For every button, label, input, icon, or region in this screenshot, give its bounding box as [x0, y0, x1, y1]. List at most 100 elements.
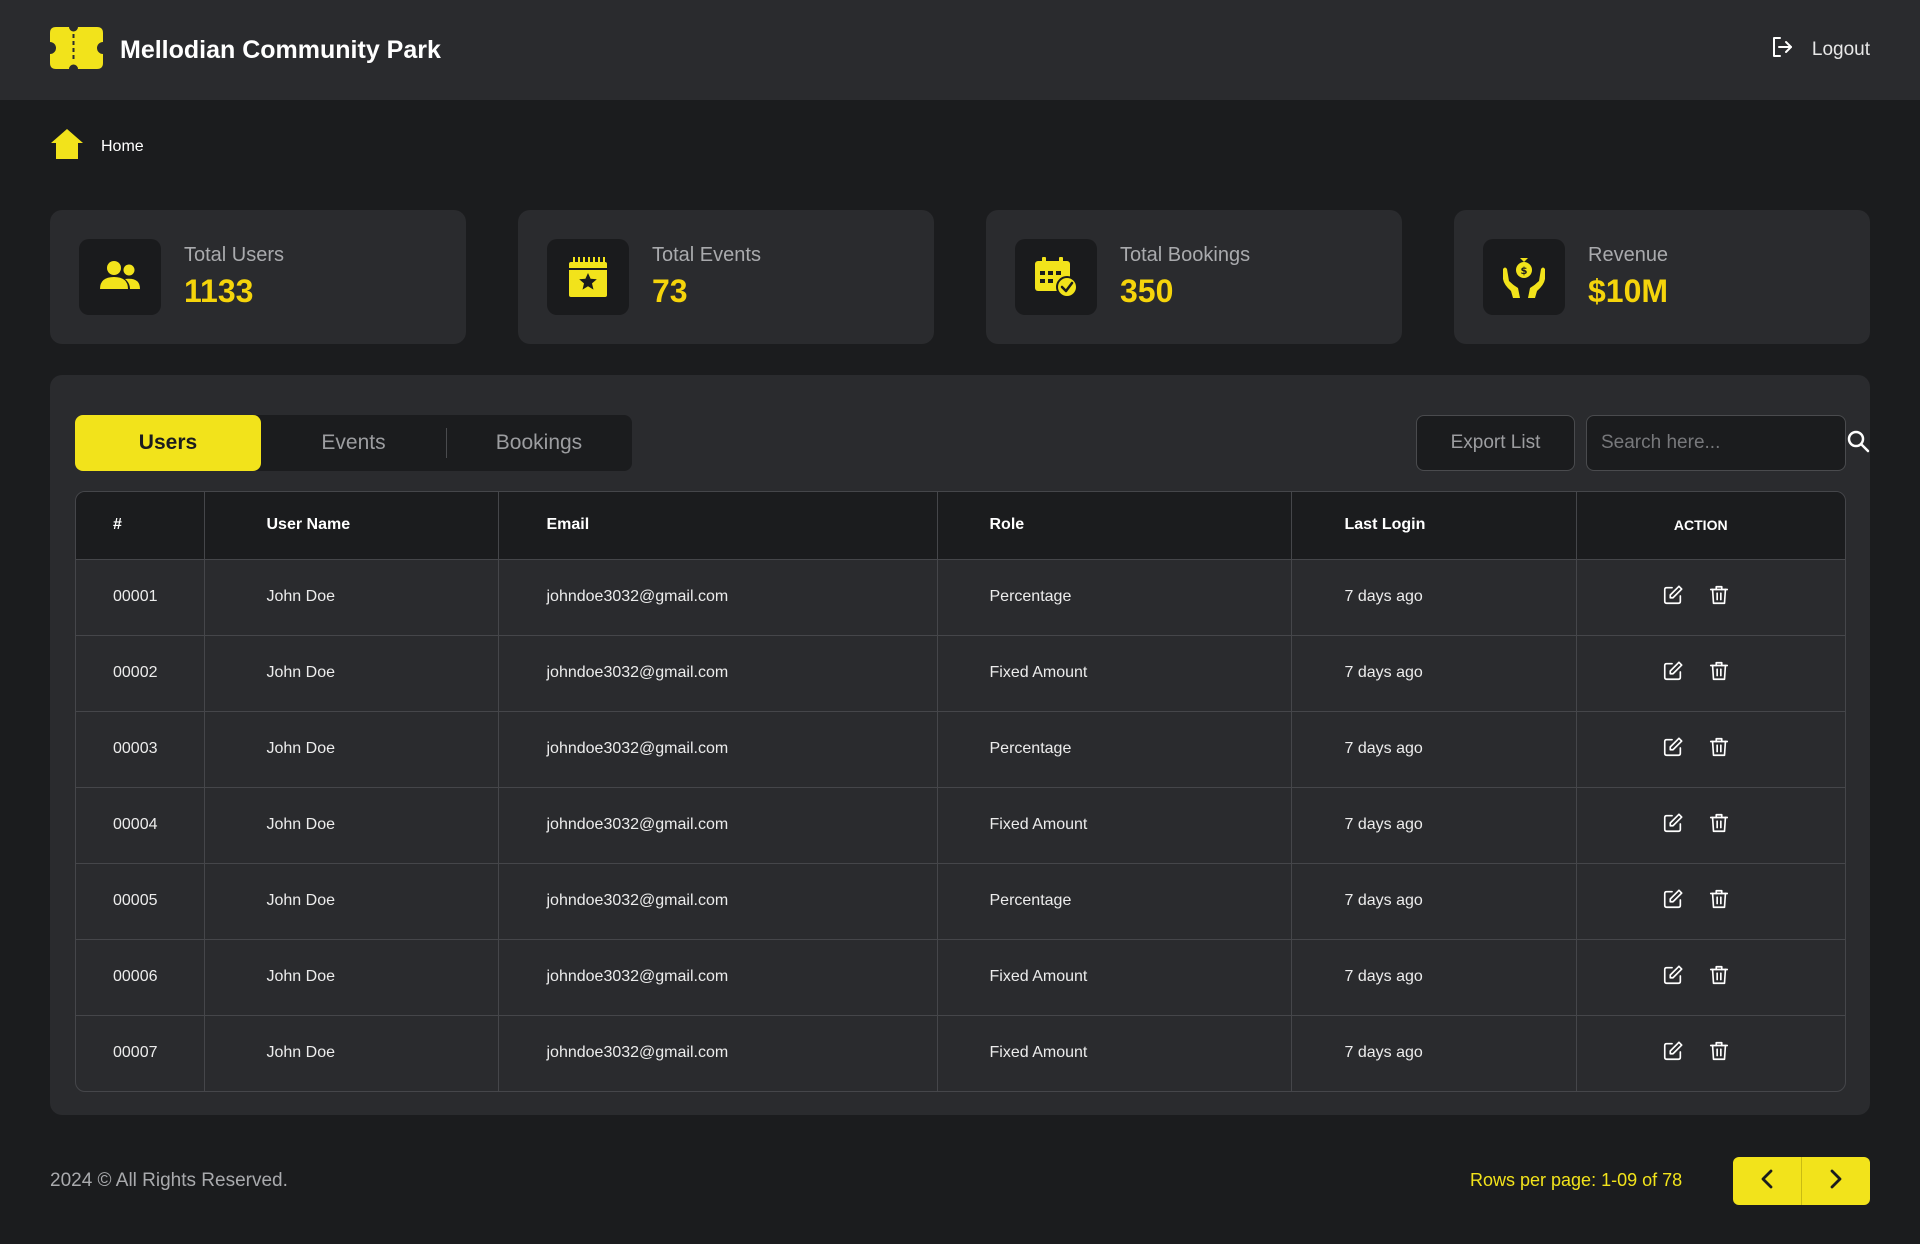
- cell-role: Percentage: [937, 558, 1292, 635]
- search-box: [1586, 415, 1870, 471]
- rows-per-page-info: Rows per page: 1-09 of 78: [1470, 1170, 1683, 1190]
- trash-icon[interactable]: [1708, 964, 1730, 991]
- trash-icon[interactable]: [1708, 1040, 1730, 1067]
- next-page-button[interactable]: [1802, 1157, 1870, 1205]
- header-role: Role: [937, 492, 1292, 559]
- trash-icon[interactable]: [1708, 584, 1730, 611]
- logout-icon: [1770, 35, 1794, 65]
- cell-last-login: 7 days ago: [1291, 1014, 1577, 1091]
- brand[interactable]: Mellodian Community Park: [50, 26, 441, 74]
- cell-id: 00007: [76, 1014, 205, 1091]
- chevron-left-icon: [1760, 1169, 1774, 1194]
- cell-id: 00001: [76, 558, 205, 635]
- top-bar: Mellodian Community Park Logout: [0, 0, 1920, 100]
- cell-id: 00005: [76, 862, 205, 939]
- tab-users[interactable]: Users: [75, 415, 261, 471]
- cell-user-name: John Doe: [204, 938, 499, 1015]
- home-icon[interactable]: [50, 127, 84, 166]
- svg-text:$: $: [1521, 266, 1528, 277]
- export-list-button[interactable]: Export List: [1416, 415, 1575, 471]
- breadcrumb: Home: [50, 127, 144, 166]
- edit-icon[interactable]: [1662, 812, 1684, 839]
- stat-card-events: Total Events 73: [518, 210, 934, 344]
- stat-card-users: Total Users 1133: [50, 210, 466, 344]
- stat-value: 1133: [184, 273, 254, 309]
- cell-id: 00003: [76, 710, 205, 787]
- cell-user-name: John Doe: [204, 1014, 499, 1091]
- logout-label: Logout: [1811, 39, 1870, 60]
- search-input[interactable]: [1601, 432, 1846, 454]
- cell-email: johndoe3032@gmail.com: [498, 938, 938, 1015]
- table-row: 00002 John Doe johndoe3032@gmail.com Fixed …: [76, 634, 1845, 711]
- table-row: 00003 John Doe johndoe3032@gmail.com Percen…: [76, 710, 1845, 787]
- stat-label: Total Users: [184, 244, 285, 266]
- cell-user-name: John Doe: [204, 786, 499, 863]
- tab-bookings[interactable]: Bookings: [447, 415, 631, 471]
- edit-icon[interactable]: [1662, 888, 1684, 915]
- app-title: Mellodian Community Park: [120, 35, 441, 64]
- tab-events[interactable]: Events: [261, 415, 446, 471]
- header-action: ACTION: [1576, 492, 1845, 559]
- cell-email: johndoe3032@gmail.com: [498, 1014, 938, 1091]
- trash-icon[interactable]: [1708, 660, 1730, 687]
- calendar-check-icon: [1015, 239, 1097, 315]
- cell-user-name: John Doe: [204, 862, 499, 939]
- edit-icon[interactable]: [1662, 584, 1684, 611]
- previous-page-button[interactable]: [1733, 1157, 1801, 1205]
- ticket-logo-icon: [50, 26, 103, 74]
- trash-icon[interactable]: [1708, 736, 1730, 763]
- search-icon[interactable]: [1846, 429, 1870, 458]
- cell-actions: [1576, 558, 1845, 635]
- header-user-name: User Name: [204, 492, 499, 559]
- table-header-row: # User Name Email Role Last Login ACTION: [76, 492, 1845, 559]
- trash-icon[interactable]: [1708, 888, 1730, 915]
- edit-icon[interactable]: [1662, 1040, 1684, 1067]
- cell-email: johndoe3032@gmail.com: [498, 558, 938, 635]
- stat-value: 73: [652, 273, 688, 309]
- chevron-right-icon: [1829, 1169, 1843, 1194]
- cell-role: Fixed Amount: [937, 1014, 1292, 1091]
- cell-last-login: 7 days ago: [1291, 862, 1577, 939]
- edit-icon[interactable]: [1662, 964, 1684, 991]
- cell-actions: [1576, 634, 1845, 711]
- pagination: [1733, 1157, 1870, 1205]
- cell-id: 00006: [76, 938, 205, 1015]
- cell-role: Fixed Amount: [937, 786, 1292, 863]
- stats-row: Total Users 1133 Total Events 73 Total B…: [50, 210, 1870, 344]
- table-row: 00004 John Doe johndoe3032@gmail.com Fixed …: [76, 786, 1845, 863]
- cell-last-login: 7 days ago: [1291, 558, 1577, 635]
- cell-user-name: John Doe: [204, 710, 499, 787]
- cell-user-name: John Doe: [204, 634, 499, 711]
- cell-email: johndoe3032@gmail.com: [498, 862, 938, 939]
- table-row: 00007 John Doe johndoe3032@gmail.com Fixed …: [76, 1014, 1845, 1091]
- table-row: 00005 John Doe johndoe3032@gmail.com Percen…: [76, 862, 1845, 939]
- cell-actions: [1576, 1014, 1845, 1091]
- stat-value: 350: [1120, 273, 1174, 309]
- cell-last-login: 7 days ago: [1291, 710, 1577, 787]
- stat-label: Total Events: [652, 244, 761, 266]
- stat-label: Revenue: [1588, 244, 1669, 266]
- tab-bar: Users Events Bookings: [75, 415, 632, 471]
- cell-last-login: 7 days ago: [1291, 786, 1577, 863]
- cell-last-login: 7 days ago: [1291, 938, 1577, 1015]
- breadcrumb-home[interactable]: Home: [101, 138, 144, 156]
- users-panel: Users Events Bookings Export List # User…: [50, 375, 1870, 1115]
- calendar-star-icon: [547, 239, 629, 315]
- cell-id: 00002: [76, 634, 205, 711]
- cell-actions: [1576, 938, 1845, 1015]
- trash-icon[interactable]: [1708, 812, 1730, 839]
- cell-last-login: 7 days ago: [1291, 634, 1577, 711]
- edit-icon[interactable]: [1662, 736, 1684, 763]
- users-table: # User Name Email Role Last Login ACTION…: [75, 491, 1846, 1092]
- cell-actions: [1576, 862, 1845, 939]
- cell-actions: [1576, 786, 1845, 863]
- stat-card-bookings: Total Bookings 350: [986, 210, 1402, 344]
- logout-button[interactable]: Logout: [1770, 35, 1870, 65]
- cell-email: johndoe3032@gmail.com: [498, 710, 938, 787]
- cell-user-name: John Doe: [204, 558, 499, 635]
- header-id: #: [76, 492, 205, 559]
- header-last-login: Last Login: [1291, 492, 1577, 559]
- edit-icon[interactable]: [1662, 660, 1684, 687]
- cell-role: Percentage: [937, 710, 1292, 787]
- table-row: 00001 John Doe johndoe3032@gmail.com Percen…: [76, 558, 1845, 635]
